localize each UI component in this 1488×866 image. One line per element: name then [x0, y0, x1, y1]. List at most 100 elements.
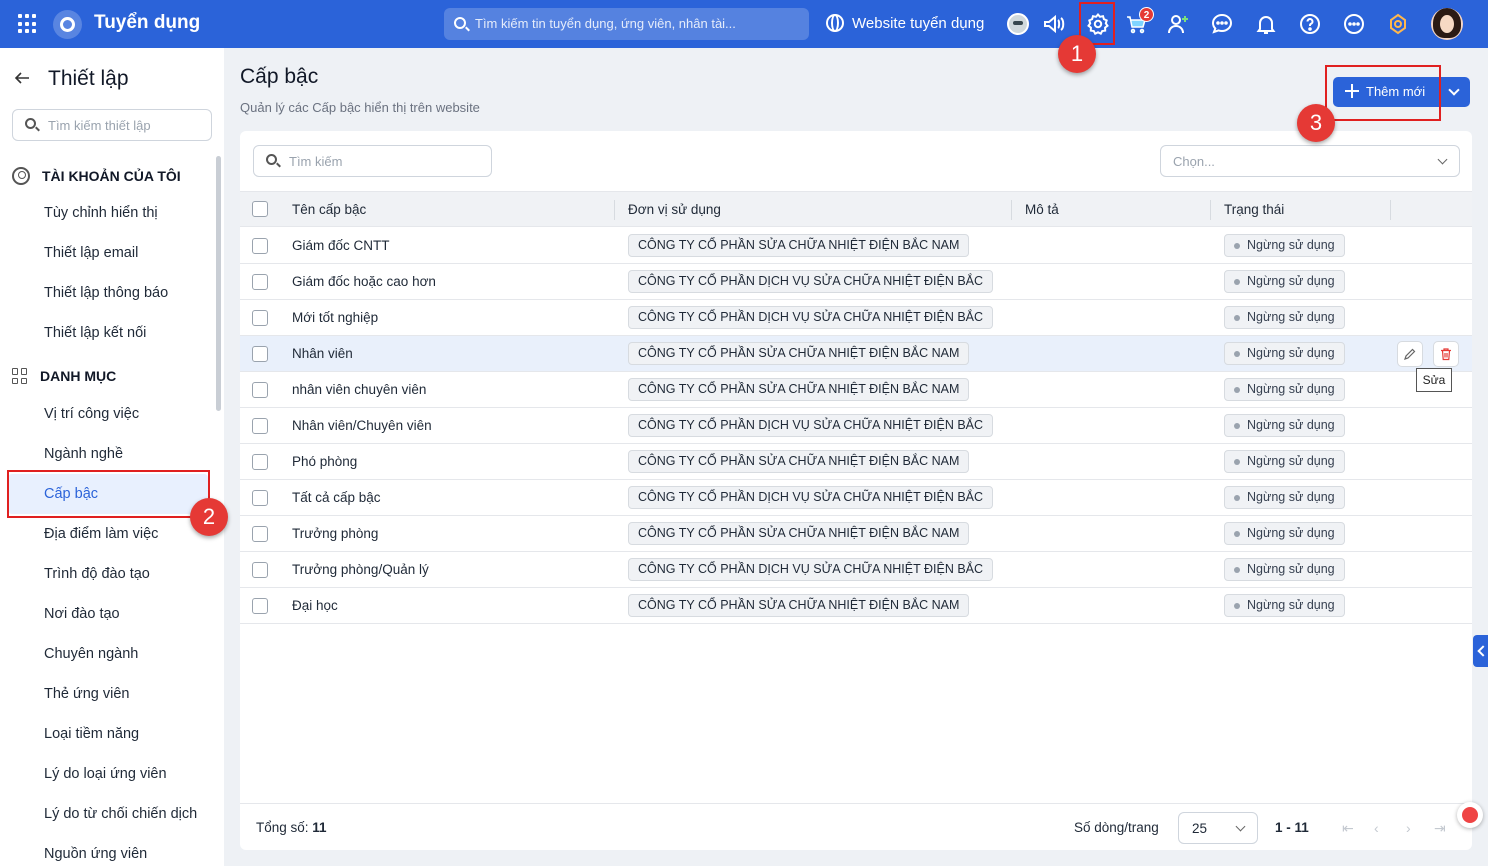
sidebar-item-job-position[interactable]: Vị trí công việc: [44, 406, 139, 422]
row-checkbox[interactable]: [252, 598, 268, 614]
select-all-checkbox[interactable]: [252, 201, 268, 217]
sidebar-scrollbar[interactable]: [216, 156, 221, 411]
last-page-icon[interactable]: ⇥: [1434, 820, 1446, 837]
help-icon[interactable]: [1296, 10, 1324, 38]
bell-icon[interactable]: [1252, 10, 1280, 38]
status-badge: Ngừng sử dụng: [1224, 342, 1345, 365]
table-row[interactable]: Giám đốc hoặc cao hơn CÔNG TY CỔ PHẦN DỊC…: [240, 264, 1472, 300]
sidebar-item-campaign-reject-reason[interactable]: Lý do từ chối chiến dịch: [44, 806, 197, 822]
table-row[interactable]: Nhân viên/Chuyên viên CÔNG TY CỔ PHẦN DỊC…: [240, 408, 1472, 444]
apps-grid-icon[interactable]: [18, 14, 38, 34]
column-header-status[interactable]: Trạng thái: [1224, 202, 1284, 217]
sidebar-item-education-level[interactable]: Trình độ đào tạo: [44, 566, 150, 582]
delete-button[interactable]: [1433, 341, 1459, 367]
settings-sidebar: Thiết lập Tìm kiếm thiết lập TÀI KHOẢN C…: [0, 48, 224, 866]
next-page-icon[interactable]: ›: [1406, 820, 1411, 836]
section-catalog: DANH MỤC: [12, 368, 116, 384]
table-row[interactable]: Đại học CÔNG TY CỔ PHẦN SỬA CHỮA NHIỆT ĐI…: [240, 588, 1472, 624]
total-label: Tổng số:: [256, 820, 309, 835]
row-checkbox[interactable]: [252, 490, 268, 506]
prev-page-icon[interactable]: ‹: [1374, 820, 1379, 836]
sidebar-item-major[interactable]: Chuyên ngành: [44, 646, 138, 662]
table-row[interactable]: Nhân viên CÔNG TY CỔ PHẦN SỬA CHỮA NHIỆT …: [240, 336, 1472, 372]
column-header-name[interactable]: Tên cấp bậc: [292, 202, 366, 217]
row-checkbox[interactable]: [252, 238, 268, 254]
sidebar-item-display[interactable]: Tùy chỉnh hiển thị: [44, 205, 158, 221]
sidebar-item-potential-type[interactable]: Loại tiềm năng: [44, 726, 139, 742]
sidebar-item-training-place[interactable]: Nơi đào tạo: [44, 606, 120, 622]
settings-search-input[interactable]: Tìm kiếm thiết lập: [12, 109, 212, 141]
global-search-input[interactable]: Tìm kiếm tin tuyển dụng, ứng viên, nhân …: [444, 8, 809, 40]
table-row[interactable]: Phó phòng CÔNG TY CỔ PHẦN SỬA CHỮA NHIỆT …: [240, 444, 1472, 480]
award-icon[interactable]: [1384, 10, 1412, 38]
row-checkbox[interactable]: [252, 454, 268, 470]
column-header-description[interactable]: Mô tả: [1025, 202, 1059, 217]
cart-icon[interactable]: 2: [1122, 7, 1154, 38]
collapse-panel-tab[interactable]: [1473, 635, 1488, 667]
chat-icon[interactable]: [1208, 10, 1236, 38]
filter-select[interactable]: Chọn...: [1160, 145, 1460, 177]
page-range: 1 - 11: [1275, 820, 1309, 835]
add-user-icon[interactable]: [1164, 10, 1192, 38]
table-row[interactable]: Trưởng phòng/Quản lý CÔNG TY CỔ PHẦN DỊCH…: [240, 552, 1472, 588]
row-checkbox[interactable]: [252, 382, 268, 398]
row-checkbox[interactable]: [252, 274, 268, 290]
unit-tag: CÔNG TY CỔ PHẦN DỊCH VỤ SỬA CHỮA NHIỆT Đ…: [628, 270, 994, 293]
status-badge: Ngừng sử dụng: [1224, 450, 1345, 473]
rows-per-page-select[interactable]: 25: [1178, 812, 1258, 844]
column-separator: [1210, 200, 1211, 220]
sidebar-item-candidate-source[interactable]: Nguồn ứng viên: [44, 846, 147, 862]
global-search-placeholder: Tìm kiếm tin tuyển dụng, ứng viên, nhân …: [475, 16, 736, 31]
status-badge: Ngừng sử dụng: [1224, 486, 1345, 509]
sidebar-item-email[interactable]: Thiết lập email: [44, 245, 138, 261]
annotation-number-3: 3: [1297, 104, 1335, 142]
row-checkbox[interactable]: [252, 526, 268, 542]
row-checkbox[interactable]: [252, 310, 268, 326]
row-checkbox[interactable]: [252, 562, 268, 578]
total-count: Tổng số: 11: [256, 820, 327, 835]
sidebar-item-candidate-tags[interactable]: Thẻ ứng viên: [44, 686, 129, 702]
unit-tag: CÔNG TY CỔ PHẦN SỬA CHỮA NHIỆT ĐIỆN BẮC …: [628, 594, 970, 617]
level-name: Nhân viên/Chuyên viên: [292, 418, 432, 433]
table-header: Tên cấp bậc Đơn vị sử dụng Mô tả Trạng t…: [240, 191, 1472, 227]
annotation-number-2: 2: [190, 498, 228, 536]
sidebar-item-notifications[interactable]: Thiết lập thông báo: [44, 285, 168, 301]
sidebar-item-work-location[interactable]: Địa điểm làm việc: [44, 526, 158, 542]
back-arrow-icon[interactable]: [14, 70, 30, 86]
table-row[interactable]: Mới tốt nghiệp CÔNG TY CỔ PHẦN DỊCH VỤ SỬ…: [240, 300, 1472, 336]
unit-tag: CÔNG TY CỔ PHẦN SỬA CHỮA NHIỆT ĐIỆN BẮC …: [628, 234, 970, 257]
table-row[interactable]: Trưởng phòng CÔNG TY CỔ PHẦN SỬA CHỮA NHI…: [240, 516, 1472, 552]
section-my-account: TÀI KHOẢN CỦA TÔI: [12, 167, 181, 185]
more-icon[interactable]: [1340, 10, 1368, 38]
table-search-input[interactable]: Tìm kiếm: [253, 145, 492, 177]
unit-tag: CÔNG TY CỔ PHẦN DỊCH VỤ SỬA CHỮA NHIỆT Đ…: [628, 414, 994, 437]
sidebar-item-industry[interactable]: Ngành nghề: [44, 446, 123, 462]
table-row[interactable]: nhân viên chuyên viên CÔNG TY CỔ PHẦN SỬA…: [240, 372, 1472, 408]
edit-button[interactable]: [1397, 341, 1423, 367]
table-row[interactable]: Giám đốc CNTT CÔNG TY CỔ PHẦN SỬA CHỮA NH…: [240, 228, 1472, 264]
megaphone-icon[interactable]: [1040, 10, 1068, 38]
row-checkbox[interactable]: [252, 346, 268, 362]
table-footer: Tổng số: 11 Số dòng/trang 25 1 - 11 ⇤ ‹ …: [240, 803, 1472, 850]
rows-per-page-label: Số dòng/trang: [1074, 820, 1159, 835]
assistant-fab-icon[interactable]: [1457, 802, 1483, 828]
user-avatar[interactable]: [1431, 8, 1463, 40]
chevron-down-icon[interactable]: [1448, 84, 1460, 96]
annotation-number-1: 1: [1058, 35, 1096, 73]
search-icon: [454, 17, 466, 29]
website-link[interactable]: Website tuyển dụng: [826, 14, 984, 32]
table-row[interactable]: Tất cả cấp bậc CÔNG TY CỔ PHẦN DỊCH VỤ SỬ…: [240, 480, 1472, 516]
sidebar-item-connections[interactable]: Thiết lập kết nối: [44, 325, 146, 341]
row-checkbox[interactable]: [252, 418, 268, 434]
column-header-unit[interactable]: Đơn vị sử dụng: [628, 202, 721, 217]
bot-avatar-icon[interactable]: [1007, 13, 1029, 35]
first-page-icon[interactable]: ⇤: [1342, 820, 1354, 837]
user-circle-icon: [12, 167, 30, 185]
edit-tooltip: Sửa: [1416, 368, 1452, 392]
chevron-down-icon: [1235, 821, 1246, 832]
status-badge: Ngừng sử dụng: [1224, 270, 1345, 293]
level-name: Tất cả cấp bậc: [292, 490, 381, 505]
page-subtitle: Quản lý các Cấp bậc hiển thị trên websit…: [240, 100, 480, 115]
unit-tag: CÔNG TY CỔ PHẦN SỬA CHỮA NHIỆT ĐIỆN BẮC …: [628, 378, 970, 401]
sidebar-item-reject-reason[interactable]: Lý do loại ứng viên: [44, 766, 167, 782]
